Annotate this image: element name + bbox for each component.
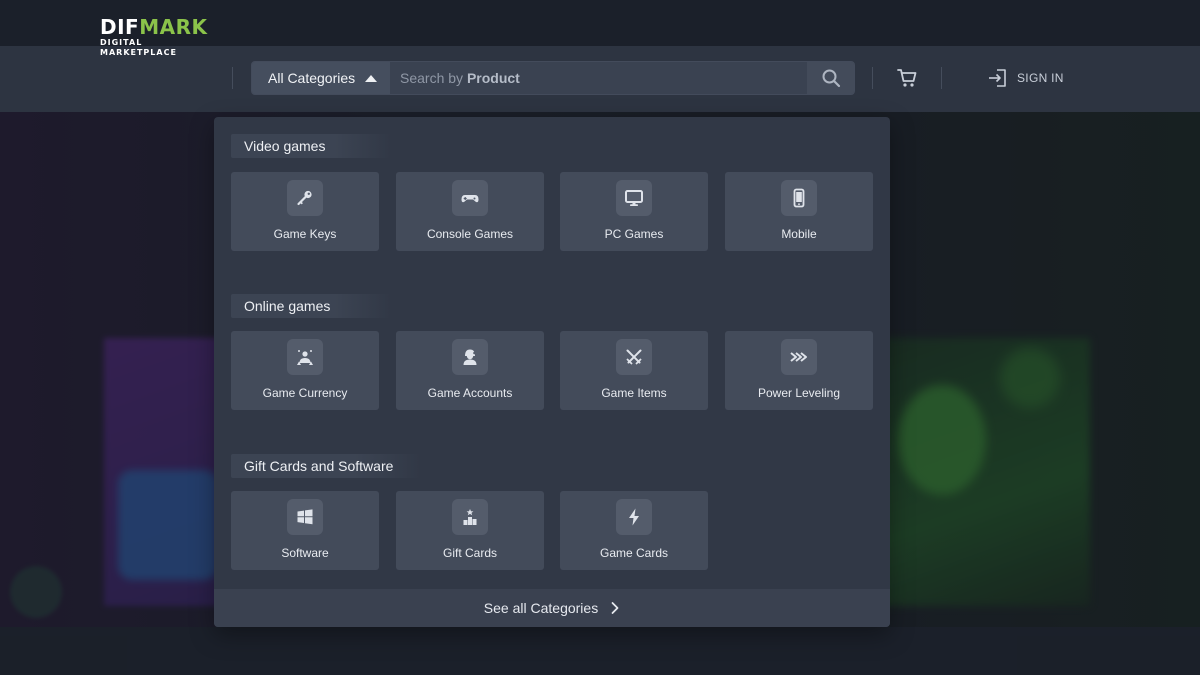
- tile-icon-box: [616, 180, 652, 216]
- see-all-categories-label: See all Categories: [483, 600, 599, 616]
- all-categories-label: All Categories: [268, 70, 356, 86]
- tile-icon-box: [287, 180, 323, 216]
- category-tile-console-games[interactable]: Console Games: [396, 172, 544, 251]
- section-heading-online-games: Online games: [231, 294, 391, 318]
- header-divider: [232, 67, 233, 89]
- crossed-swords-icon: [626, 349, 642, 365]
- gamepad-icon: [461, 195, 479, 203]
- tile-label: Game Keys: [273, 227, 337, 241]
- tile-label: Power Leveling: [757, 386, 841, 400]
- see-all-categories-link[interactable]: See all Categories: [214, 589, 890, 627]
- search-bar: All Categories Search by Product: [251, 61, 855, 95]
- tile-label: Console Games: [426, 227, 514, 241]
- sign-in-icon: [989, 69, 1006, 87]
- all-categories-button[interactable]: All Categories: [252, 62, 390, 94]
- search-icon: [822, 69, 840, 88]
- tile-icon-box: [616, 339, 652, 375]
- logo-wordmark-mark: MARK: [139, 15, 208, 39]
- search-input[interactable]: [400, 62, 804, 94]
- category-tile-game-accounts[interactable]: Game Accounts: [396, 331, 544, 410]
- sign-in-button[interactable]: SIGN IN: [987, 66, 1064, 90]
- tile-label: Software: [281, 546, 329, 560]
- categories-dropdown: Video games Game Keys Console Games PC G…: [214, 117, 890, 627]
- category-tile-game-items[interactable]: Game Items: [560, 331, 708, 410]
- chevron-right-icon: [611, 602, 619, 614]
- key-icon: [297, 190, 312, 206]
- category-tile-game-currency[interactable]: Game Currency: [231, 331, 379, 410]
- section-heading-video-games: Video games: [231, 134, 391, 158]
- cart-icon: [897, 69, 917, 87]
- logo-wordmark-dif: DIF: [100, 15, 140, 39]
- lightning-icon: [629, 508, 639, 526]
- tile-label: Game Items: [601, 386, 667, 400]
- category-tile-software[interactable]: Software: [231, 491, 379, 570]
- tile-label: Game Currency: [262, 386, 348, 400]
- section-heading-gift-cards-and-software: Gift Cards and Software: [231, 454, 421, 478]
- tile-label: PC Games: [604, 227, 664, 241]
- tile-icon-box: [781, 180, 817, 216]
- category-tile-game-cards[interactable]: Game Cards: [560, 491, 708, 570]
- currency-icon: [297, 350, 313, 365]
- category-tile-power-leveling[interactable]: Power Leveling: [725, 331, 873, 410]
- logo-wordmark: DIFMARK: [100, 17, 216, 37]
- category-tile-gift-cards[interactable]: Gift Cards: [396, 491, 544, 570]
- category-tile-pc-games[interactable]: PC Games: [560, 172, 708, 251]
- category-tile-game-keys[interactable]: Game Keys: [231, 172, 379, 251]
- header-divider: [941, 67, 942, 89]
- tile-label: Game Accounts: [427, 386, 513, 400]
- cart-button[interactable]: [896, 67, 918, 89]
- gift-card-icon: [463, 509, 477, 525]
- search-button[interactable]: [807, 62, 854, 94]
- tile-icon-box: [452, 180, 488, 216]
- category-tile-mobile[interactable]: Mobile: [725, 172, 873, 251]
- tile-label: Game Cards: [599, 546, 669, 560]
- logo-tagline: DIGITAL MARKETPLACE: [100, 38, 177, 57]
- site-logo[interactable]: DIFMARK DIGITAL MARKETPLACE: [100, 17, 216, 58]
- header-divider: [872, 67, 873, 89]
- tile-icon-box: [287, 339, 323, 375]
- tile-icon-box: [781, 339, 817, 375]
- tile-icon-box: [452, 339, 488, 375]
- tile-label: Mobile: [781, 227, 817, 241]
- tile-icon-box: [616, 499, 652, 535]
- sign-in-label: SIGN IN: [1017, 71, 1064, 85]
- power-leveling-icon: [790, 352, 807, 362]
- windows-icon: [297, 509, 313, 525]
- monitor-icon: [625, 190, 643, 206]
- tile-icon-box: [287, 499, 323, 535]
- tile-label: Gift Cards: [442, 546, 497, 560]
- tile-icon-box: [452, 499, 488, 535]
- account-icon: [463, 349, 477, 365]
- mobile-icon: [793, 188, 805, 208]
- caret-up-icon: [365, 74, 378, 82]
